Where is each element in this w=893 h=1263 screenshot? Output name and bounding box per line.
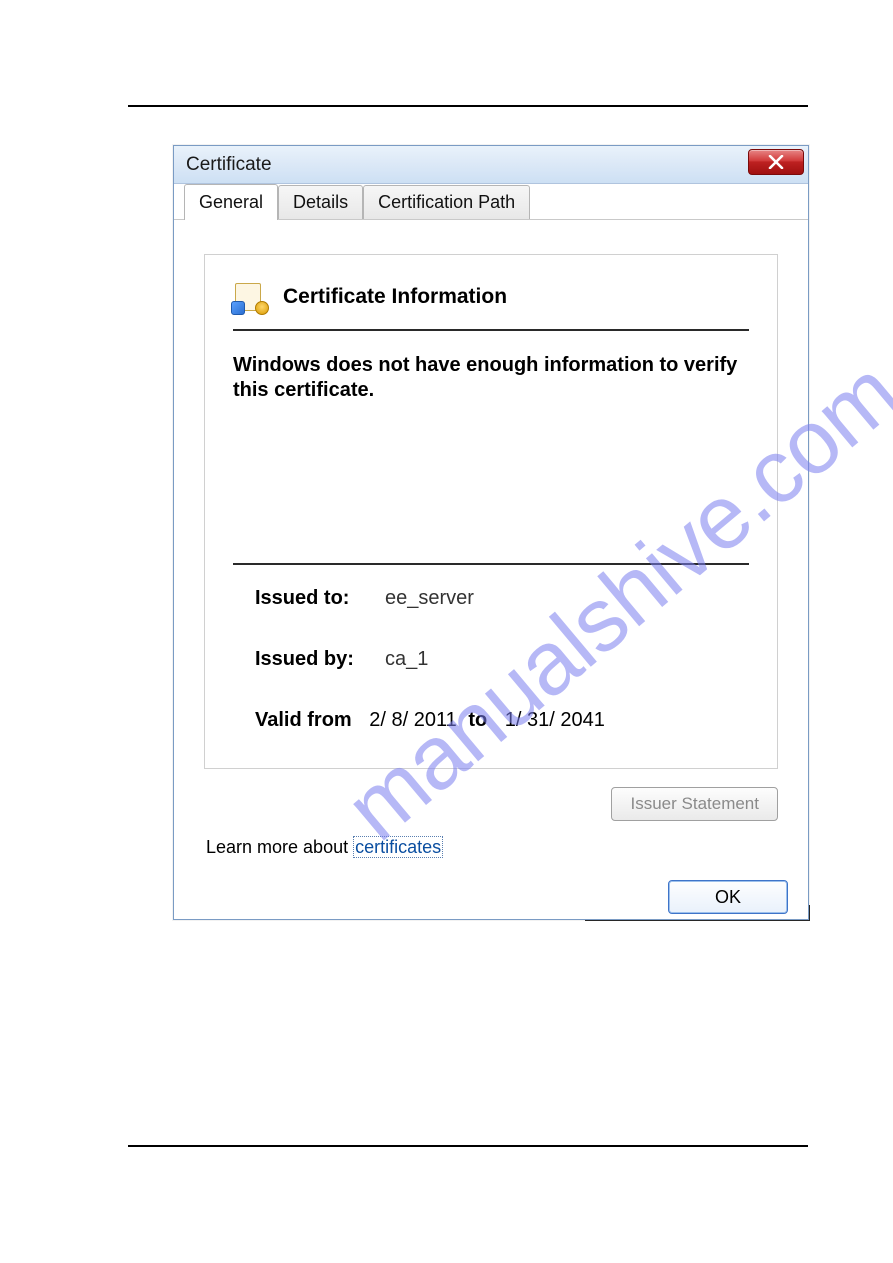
issuer-statement-row: Issuer Statement: [204, 787, 778, 821]
issued-to-row: Issued to: ee_server: [233, 587, 749, 610]
certificates-link[interactable]: certificates: [353, 836, 443, 858]
tab-label: Certification Path: [378, 192, 515, 213]
tab-general[interactable]: General: [184, 184, 278, 220]
tab-strip: General Details Certification Path: [174, 184, 808, 220]
tab-label: General: [199, 192, 263, 213]
certificate-icon: [233, 281, 267, 313]
tab-certification-path[interactable]: Certification Path: [363, 185, 530, 219]
valid-to-label: to: [468, 709, 487, 731]
valid-from-label: Valid from: [255, 709, 352, 731]
learn-more-row: Learn more about certificates: [204, 837, 778, 858]
titlebar: Certificate: [174, 146, 808, 184]
issued-by-value: ca_1: [385, 648, 428, 671]
page-rule: [128, 105, 808, 107]
divider: [233, 563, 749, 565]
certificate-info-box: Certificate Information Windows does not…: [204, 254, 778, 769]
certificate-dialog: Certificate General Details Certificatio…: [173, 145, 809, 920]
tab-label: Details: [293, 192, 348, 213]
window-title: Certificate: [186, 154, 272, 176]
button-label: OK: [715, 887, 741, 908]
warning-text: Windows does not have enough information…: [233, 353, 749, 403]
valid-to-value: 1/ 31/ 2041: [505, 709, 605, 731]
issued-to-label: Issued to:: [255, 587, 385, 610]
close-button[interactable]: [748, 149, 804, 175]
heading-row: Certificate Information: [233, 281, 749, 331]
valid-from-value: 2/ 8/ 2011: [369, 709, 456, 731]
button-label: Issuer Statement: [630, 794, 759, 814]
dialog-footer: OK: [174, 876, 808, 930]
issued-by-row: Issued by: ca_1: [233, 648, 749, 671]
learn-more-prefix: Learn more about: [206, 837, 353, 857]
close-icon: [768, 155, 784, 169]
page-rule: [128, 1145, 808, 1147]
issued-by-label: Issued by:: [255, 648, 385, 671]
issued-to-value: ee_server: [385, 587, 474, 610]
ok-button[interactable]: OK: [668, 880, 788, 914]
issuer-statement-button[interactable]: Issuer Statement: [611, 787, 778, 821]
valid-from-row: Valid from 2/ 8/ 2011 to 1/ 31/ 2041: [233, 709, 749, 732]
heading-text: Certificate Information: [283, 285, 507, 309]
tab-details[interactable]: Details: [278, 185, 363, 219]
tab-content: Certificate Information Windows does not…: [174, 220, 808, 876]
